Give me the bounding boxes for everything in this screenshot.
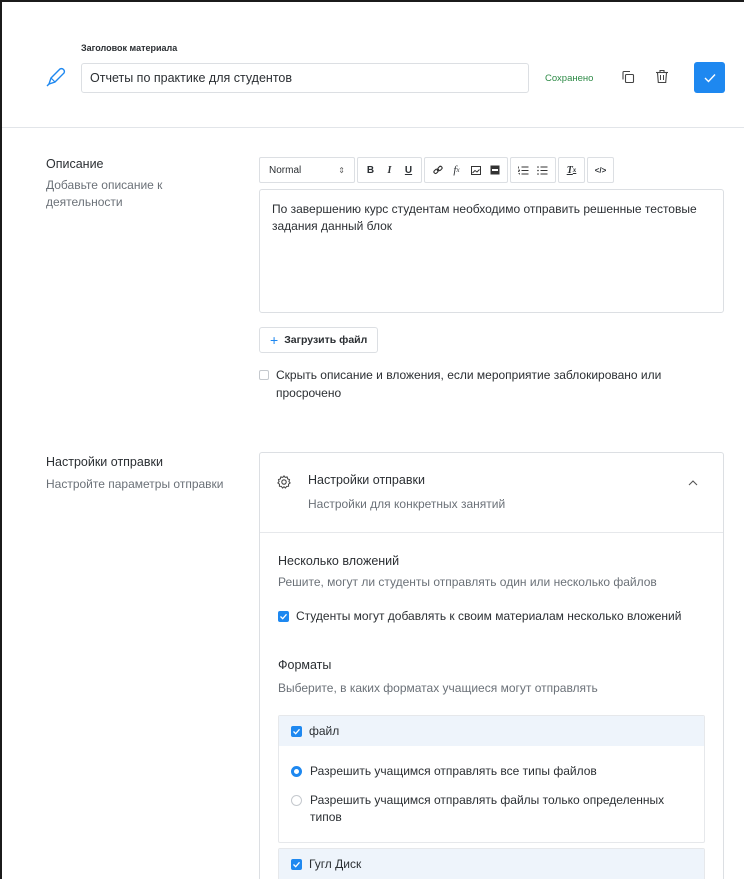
- formula-icon[interactable]: fx: [447, 159, 466, 181]
- multiple-attachments-label: Студенты могут добавлять к своим материа…: [296, 609, 682, 623]
- hide-description-label: Скрыть описание и вложения, если меропри…: [276, 368, 662, 400]
- gear-icon: [277, 475, 291, 489]
- material-header: Заголовок материала Сохранено: [2, 2, 744, 128]
- toolbar-list-group: [510, 157, 556, 183]
- hide-description-checkbox[interactable]: [259, 370, 269, 380]
- link-icon[interactable]: [428, 159, 447, 181]
- hide-description-option[interactable]: Скрыть описание и вложения, если меропри…: [259, 366, 719, 402]
- submission-title: Настройки отправки: [46, 455, 163, 469]
- submission-settings-card: Настройки отправки Настройки для конкрет…: [259, 452, 724, 879]
- submission-subtitle: Настройте параметры отправки: [46, 477, 224, 491]
- upload-file-button[interactable]: + Загрузить файл: [259, 327, 379, 353]
- title-input[interactable]: [81, 63, 529, 93]
- italic-icon[interactable]: I: [380, 159, 399, 181]
- trash-icon[interactable]: [655, 69, 669, 84]
- format-file-box: файл Разрешить учащимся отправлять все т…: [278, 715, 705, 843]
- chevron-up-icon[interactable]: [688, 479, 698, 487]
- formats-subtitle: Выберите, в каких форматах учащиеся могу…: [278, 681, 598, 695]
- copy-icon[interactable]: [621, 70, 635, 84]
- format-google-drive-checkbox[interactable]: [291, 858, 302, 870]
- bullet-list-icon[interactable]: [533, 159, 552, 181]
- format-google-drive-box: Гугл Диск: [278, 848, 705, 879]
- toolbar-code-group: </>: [587, 157, 614, 183]
- toolbar-insert-group: fx: [424, 157, 508, 183]
- confirm-button[interactable]: [694, 62, 725, 93]
- card-title: Настройки отправки: [308, 473, 425, 487]
- multiple-attachments-subtitle: Решите, могут ли студенты отправлять оди…: [278, 575, 657, 589]
- format-google-drive-header[interactable]: Гугл Диск: [279, 849, 704, 879]
- code-icon[interactable]: </>: [591, 159, 610, 181]
- plus-icon: +: [270, 332, 279, 348]
- ordered-list-icon[interactable]: [514, 159, 533, 181]
- bold-icon[interactable]: B: [361, 159, 380, 181]
- file-option-specific-radio[interactable]: [291, 795, 302, 806]
- card-header[interactable]: Настройки отправки Настройки для конкрет…: [260, 453, 723, 533]
- check-icon: [704, 73, 716, 83]
- title-label: Заголовок материала: [81, 43, 178, 53]
- format-google-drive-label: Гугл Диск: [309, 857, 362, 871]
- formats-title: Форматы: [278, 658, 332, 672]
- format-select[interactable]: Normal ⇕: [259, 157, 355, 183]
- editor-toolbar: Normal ⇕ B I U fx Tx </>: [259, 156, 614, 184]
- format-file-header[interactable]: файл: [279, 716, 704, 746]
- format-file-label: файл: [309, 724, 340, 738]
- clear-format-icon[interactable]: Tx: [562, 159, 581, 181]
- file-option-all-radio[interactable]: [291, 766, 302, 777]
- toolbar-clear-group: Tx: [558, 157, 585, 183]
- file-option-specific[interactable]: Разрешить учащимся отправлять файлы толь…: [291, 792, 691, 826]
- file-option-all-label: Разрешить учащимся отправлять все типы ф…: [310, 764, 597, 778]
- file-option-specific-label: Разрешить учащимся отправлять файлы толь…: [310, 793, 665, 824]
- upload-file-label: Загрузить файл: [284, 334, 368, 346]
- toolbar-text-group: B I U: [357, 157, 422, 183]
- video-icon[interactable]: [485, 159, 504, 181]
- underline-icon[interactable]: U: [399, 159, 418, 181]
- description-subtitle: Добавьте описание к деятельности: [46, 178, 163, 209]
- multiple-attachments-title: Несколько вложений: [278, 554, 400, 568]
- format-select-value: Normal: [269, 164, 302, 176]
- card-subtitle: Настройки для конкретных занятий: [308, 497, 506, 511]
- saved-status: Сохранено: [545, 73, 594, 84]
- multiple-attachments-option[interactable]: Студенты могут добавлять к своим материа…: [278, 609, 681, 623]
- file-option-all[interactable]: Разрешить учащимся отправлять все типы ф…: [291, 763, 691, 780]
- format-file-checkbox[interactable]: [291, 725, 302, 737]
- pen-icon[interactable]: [46, 67, 66, 87]
- description-editor[interactable]: По завершению курс студентам необходимо …: [259, 189, 724, 313]
- image-icon[interactable]: [466, 159, 485, 181]
- multiple-attachments-checkbox[interactable]: [278, 610, 289, 622]
- select-arrows-icon: ⇕: [338, 165, 345, 175]
- description-title: Описание: [46, 157, 104, 171]
